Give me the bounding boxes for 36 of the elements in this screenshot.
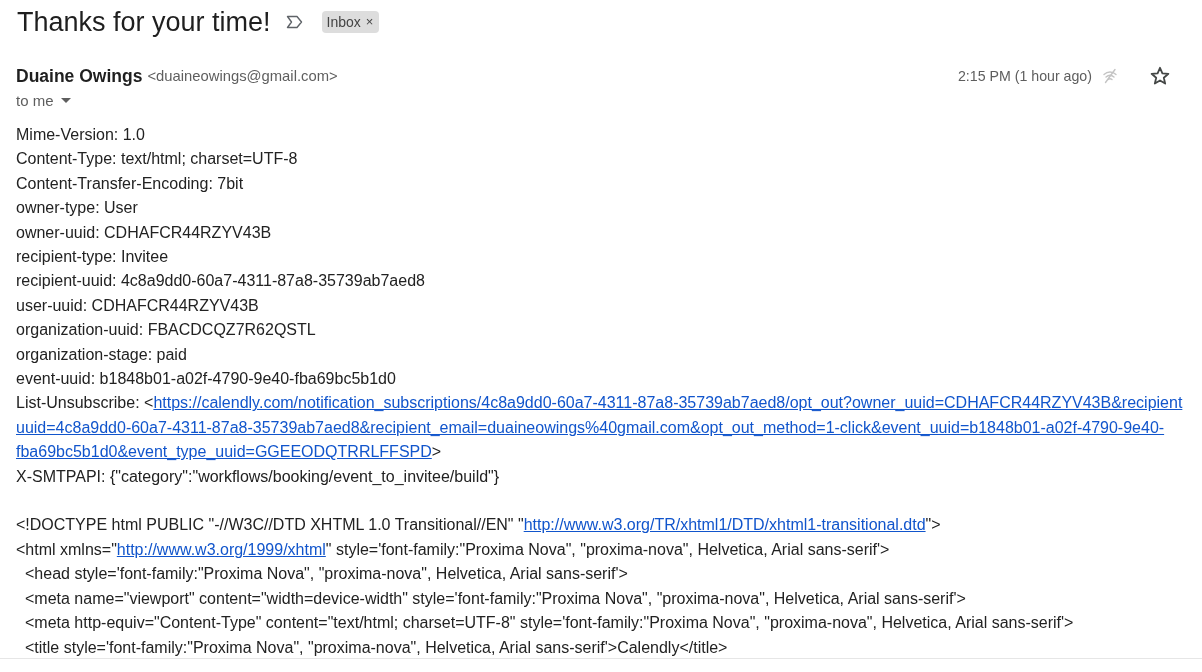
remove-label-button[interactable]: × — [365, 15, 374, 29]
label-name: Inbox — [326, 13, 361, 31]
subject-title: Thanks for your time! — [17, 6, 271, 38]
header-line: fba69bc5b1d0&event_type_uuid=GGEEODQTRRLFFSPD> — [16, 442, 442, 463]
url-link[interactable]: http://www.w3.org/1999/xhtml — [116, 540, 326, 558]
caret-icon — [60, 97, 71, 103]
sender-email: <duaineowings@gmail.com> — [147, 68, 338, 84]
header-line: List-Unsubscribe: <https://calendly.com/notification_subscriptions/4c8a9dd0-60a7-4311-87a8-35739ab7aed8/opt_out?owner_uuid=CDHAFCR44RZYV43B&recipient — [16, 393, 1183, 414]
header-line: Content-Type: text/html; charset=UTF-8 — [16, 149, 298, 170]
star-icon[interactable] — [1150, 66, 1170, 86]
header-line: Mime-Version: 1.0 — [16, 125, 145, 145]
source-code-line: <!DOCTYPE html PUBLIC "-//W3C//DTD XHTML 1.0 Transitional//EN" "http://www.w3.org/TR/xhtml1/DTD/xhtml1-transitional.dtd"> — [16, 515, 941, 536]
arrow-tag-icon[interactable] — [285, 15, 303, 29]
url-link[interactable]: http://www.w3.org/TR/xhtml1/DTD/xhtml1-transitional.dtd — [523, 516, 926, 534]
header-line: owner-uuid: CDHAFCR44RZYV43B — [16, 222, 272, 243]
header-line: user-uuid: CDHAFCR44RZYV43B — [16, 295, 259, 316]
header-line: X-SMTPAPI: {"category":"workflows/booking/event_to_invitee/build"} — [16, 466, 500, 487]
header-line: owner-type: User — [16, 198, 138, 219]
header-line: event-uuid: b1848b01-a02f-4790-9e40-fba69bc5b1d0 — [16, 369, 396, 390]
sender-name: Duaine Owings — [16, 65, 143, 87]
header-line: organization-stage: paid — [16, 344, 187, 365]
header-line: recipient-type: Invitee — [16, 247, 169, 268]
source-code-line: <meta http-equiv="Content-Type" content="text/html; charset=UTF-8" style='font-family:"Proxima Nova", "proxima-nova", Helvetica, Arial sans-serif'> — [25, 613, 1074, 634]
source-code-line: <html xmlns="http://www.w3.org/1999/xhtml" style='font-family:"Proxima Nova", "proxima-nova", Helvetica, Arial sans-serif'> — [16, 539, 890, 560]
crossed-signal-icon — [1102, 68, 1118, 84]
url-link[interactable]: fba69bc5b1d0&event_type_uuid=GGEEODQTRRLFFSPD — [16, 443, 432, 461]
url-link[interactable]: uuid=4c8a9dd0-60a7-4311-87a8-35739ab7aed8&recipient_email=duaineowings%40gmail.com&opt_out_method=1-click&event_uuid=b1848b01-a02f-4790-9e40- — [16, 418, 1165, 436]
source-code-line: <title style='font-family:"Proxima Nova", "proxima-nova", Helvetica, Arial sans-serif'>Calendly</title> — [25, 637, 728, 658]
header-line: Content-Transfer-Encoding: 7bit — [16, 173, 244, 194]
url-link[interactable]: https://calendly.com/notification_subscriptions/4c8a9dd0-60a7-4311-87a8-35739ab7aed8/opt_out?owner_uuid=CDHAFCR44RZYV43B&recipient — [153, 394, 1183, 412]
recipients-dropdown[interactable]: to me — [16, 89, 71, 111]
header-line: organization-uuid: FBACDCQZ7R62QSTL — [16, 320, 316, 341]
header-line: recipient-uuid: 4c8a9dd0-60a7-4311-87a8-35739ab7aed8 — [16, 271, 425, 292]
source-code-line: <head style='font-family:"Proxima Nova", "proxima-nova", Helvetica, Arial sans-serif'> — [25, 564, 628, 585]
sent-time: 2:15 PM (1 hour ago) — [957, 68, 1092, 84]
source-code-line: <meta name="viewport" content="width=device-width" style='font-family:"Proxima Nova", "proxima-nova", Helvetica, Arial sans-serif'> — [25, 588, 966, 609]
